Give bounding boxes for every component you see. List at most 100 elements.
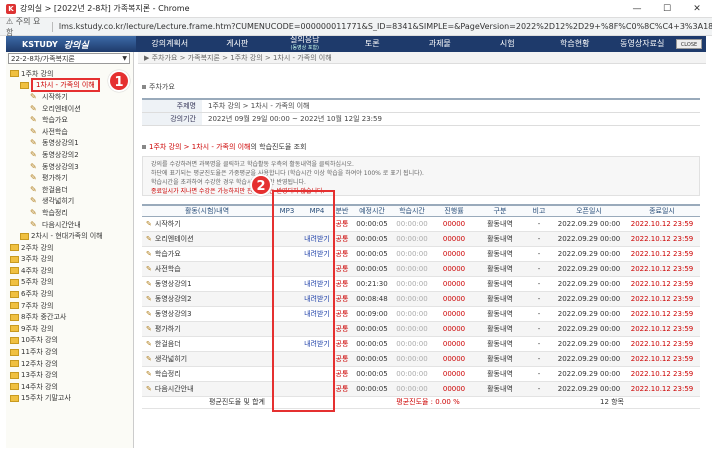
security-warning[interactable]: ⚠ 주의 요함 [6, 16, 46, 38]
bullet-icon [142, 144, 146, 149]
sidebar-item[interactable]: 10주차 강의 [6, 335, 133, 347]
activity-name-link[interactable]: ✎ 시작하기 [142, 216, 272, 232]
activity-name-link[interactable]: ✎ 사전학습 [142, 261, 272, 277]
sidebar-item-label: 4주차 강의 [21, 266, 54, 275]
course-select[interactable]: 22-2-8차/가족복지론 ▼ [8, 53, 130, 64]
activity-name-link[interactable]: ✎ 오리엔테이션 [142, 231, 272, 247]
activity-log-link[interactable]: 활동내역 [476, 216, 524, 232]
sidebar-item[interactable]: 15주차 기말고사 [6, 393, 133, 405]
sidebar-item-label: 동영상강의3 [42, 162, 79, 171]
activity-name-link[interactable]: ✎ 동영상강의1 [142, 276, 272, 292]
division-cell: 공통 [332, 261, 352, 277]
mp4-download-link[interactable]: 내려받기 [302, 336, 332, 352]
sidebar-item[interactable]: 4주차 강의 [6, 265, 133, 277]
note-cell: - [524, 321, 554, 337]
activity-log-link[interactable]: 활동내역 [476, 246, 524, 262]
mp4-download-link[interactable]: 내려받기 [302, 276, 332, 292]
sidebar-item[interactable]: ✎ 학습가요 [6, 114, 133, 126]
sidebar-item[interactable]: ✎ 동영상강의3 [6, 161, 133, 173]
nav-video-library[interactable]: 동영상자료실 [609, 40, 677, 48]
mp4-download-link[interactable]: 내려받기 [302, 246, 332, 262]
main-content: ▶ 주차가요 > 가족복지론 > 1주차 강의 > 1차시 - 가족의 이해 주… [138, 52, 706, 448]
sidebar-item[interactable]: 12주차 강의 [6, 358, 133, 370]
study-time-cell: 00:00:00 [392, 276, 432, 292]
activity-name-link[interactable]: ✎ 동영상강의2 [142, 291, 272, 307]
division-cell: 공통 [332, 366, 352, 382]
activity-name-link[interactable]: ✎ 한걸음더 [142, 336, 272, 352]
activity-name-link[interactable]: ✎ 동영상강의3 [142, 306, 272, 322]
activity-log-link[interactable]: 활동내역 [476, 351, 524, 367]
nav-qna[interactable]: 질의응답 (동영상 포함) [271, 36, 339, 52]
mp4-download-link[interactable] [302, 366, 332, 382]
activity-log-link[interactable]: 활동내역 [476, 276, 524, 292]
mp4-download-link[interactable] [302, 261, 332, 277]
pencil-icon: ✎ [30, 184, 37, 194]
sidebar-item[interactable]: ✎ 학습정리 [6, 207, 133, 219]
activity-name-link[interactable]: ✎ 학습가요 [142, 246, 272, 262]
site-close-button[interactable]: CLOSE [676, 39, 702, 49]
sidebar-item[interactable]: ✎ 다음시간안내 [6, 219, 133, 231]
activity-log-link[interactable]: 활동내역 [476, 261, 524, 277]
open-date-cell: 2022.09.29 00:00 [554, 246, 624, 262]
nav-exam[interactable]: 시험 [474, 40, 542, 48]
close-window-button[interactable]: ✕ [682, 0, 712, 18]
activity-name-link[interactable]: ✎ 다음시간안내 [142, 381, 272, 397]
sidebar-item[interactable]: 5주차 강의 [6, 277, 133, 289]
sidebar-item[interactable]: ✎ 동영상강의1 [6, 138, 133, 150]
mp4-download-link[interactable] [302, 216, 332, 232]
activity-log-link[interactable]: 활동내역 [476, 381, 524, 397]
mp4-download-link[interactable]: 내려받기 [302, 291, 332, 307]
sidebar-item-label: 2차시 - 현대가족의 이해 [31, 232, 103, 241]
sidebar-item[interactable]: 3주차 강의 [6, 254, 133, 266]
site-logo[interactable]: KSTUDY 강의실 [6, 36, 136, 52]
mp4-download-link[interactable] [302, 381, 332, 397]
activity-log-link[interactable]: 활동내역 [476, 321, 524, 337]
sidebar-item-label: 13주차 강의 [21, 371, 58, 380]
activity-name-link[interactable]: ✎ 학습정리 [142, 366, 272, 382]
sidebar-item[interactable]: 2주차 강의 [6, 242, 133, 254]
sidebar-item[interactable]: ✎ 생각넓히기 [6, 196, 133, 208]
sidebar-item[interactable]: ✎ 오리엔테이션 [6, 103, 133, 115]
column-header: 분반 [332, 203, 352, 217]
sidebar-item[interactable]: 8주차 중간고사 [6, 311, 133, 323]
main-nav: 강의계획서 게시판 질의응답 (동영상 포함) 토론 과제물 시험 학습현황 동… [136, 36, 676, 52]
planned-time-cell: 00:00:05 [352, 321, 392, 337]
activity-name-link[interactable]: ✎ 생각넓히기 [142, 351, 272, 367]
sidebar-item[interactable]: 13주차 강의 [6, 369, 133, 381]
sidebar-item[interactable]: ✎ 평가하기 [6, 172, 133, 184]
activity-log-link[interactable]: 활동내역 [476, 336, 524, 352]
nav-syllabus[interactable]: 강의계획서 [136, 40, 204, 48]
table-row: ✎ 동영상강의1 내려받기 공통 00:21:30 00:00:00 00000 활동내역 -2… [142, 276, 700, 292]
lesson-info-table: 주제명 1주차 강의 > 1차시 - 가족의 이해 강의기간 2022년 09월… [142, 98, 700, 126]
activity-log-link[interactable]: 활동내역 [476, 366, 524, 382]
sidebar-item[interactable]: 6주차 강의 [6, 288, 133, 300]
sidebar-item[interactable]: 9주차 강의 [6, 323, 133, 335]
sidebar-item[interactable]: 7주차 강의 [6, 300, 133, 312]
nav-assignment[interactable]: 과제물 [406, 40, 474, 48]
folder-icon [10, 302, 19, 310]
sidebar-item[interactable]: ✎ 사전학습 [6, 126, 133, 138]
nav-board[interactable]: 게시판 [204, 40, 272, 48]
activity-log-link[interactable]: 활동내역 [476, 306, 524, 322]
end-date-cell: 2022.10.12 23:59 [624, 291, 700, 307]
activity-log-link[interactable]: 활동내역 [476, 291, 524, 307]
sidebar-item[interactable]: ✎ 시작하기 [6, 91, 133, 103]
mp4-download-link[interactable]: 내려받기 [302, 231, 332, 247]
mp4-download-link[interactable] [302, 351, 332, 367]
mp4-download-link[interactable] [302, 321, 332, 337]
sidebar-item[interactable]: ✎ 한걸음더 [6, 184, 133, 196]
activity-log-link[interactable]: 활동내역 [476, 231, 524, 247]
sidebar-item[interactable]: ✎ 동영상강의2 [6, 149, 133, 161]
nav-progress[interactable]: 학습현황 [541, 40, 609, 48]
maximize-button[interactable]: ☐ [652, 0, 682, 18]
nav-discussion[interactable]: 토론 [339, 40, 407, 48]
minimize-button[interactable]: — [622, 0, 652, 18]
activity-name-link[interactable]: ✎ 평가하기 [142, 321, 272, 337]
pencil-icon: ✎ [30, 161, 37, 171]
url-text[interactable]: lms.kstudy.co.kr/lecture/Lecture.frame.h… [59, 22, 712, 31]
address-bar[interactable]: ⚠ 주의 요함 lms.kstudy.co.kr/lecture/Lecture… [0, 16, 712, 38]
mp4-download-link[interactable]: 내려받기 [302, 306, 332, 322]
sidebar-item[interactable]: 11주차 강의 [6, 346, 133, 358]
sidebar-item[interactable]: 14주차 강의 [6, 381, 133, 393]
sidebar-item[interactable]: 2차시 - 현대가족의 이해 [6, 230, 133, 242]
